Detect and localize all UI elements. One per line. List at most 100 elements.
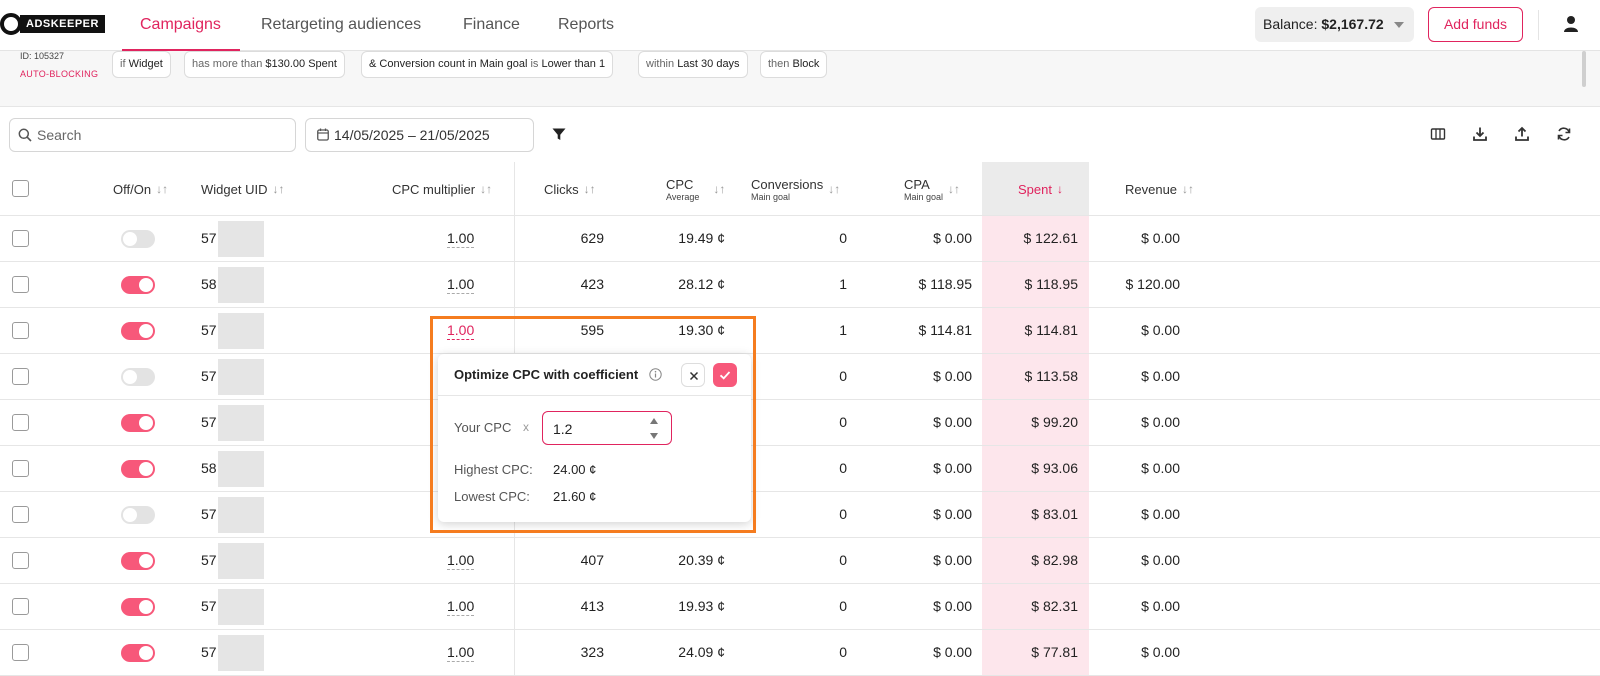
search-input[interactable]	[37, 125, 287, 145]
download-icon[interactable]	[1472, 126, 1488, 142]
widget-uid: 57	[201, 506, 217, 522]
widget-toggle[interactable]	[121, 552, 155, 570]
chip-text: within	[646, 58, 675, 70]
column-cpa[interactable]: CPA Main goal ↓↑	[904, 162, 960, 216]
column-sublabel: Average	[666, 191, 700, 202]
upload-icon[interactable]	[1514, 126, 1530, 142]
row-extension	[1212, 538, 1600, 584]
column-offon[interactable]: Off/On ↓↑	[113, 162, 168, 216]
chip-value: $130.00 Spent	[265, 58, 337, 70]
conversions-value: 1	[839, 276, 847, 292]
row-checkbox[interactable]	[12, 276, 29, 293]
widget-toggle[interactable]	[121, 506, 155, 524]
cpc-multiplier-value[interactable]: 1.00	[447, 644, 475, 662]
cpc-multiplier-value[interactable]: 1.00	[447, 552, 475, 570]
row-checkbox[interactable]	[12, 644, 29, 661]
add-funds-button[interactable]: Add funds	[1428, 7, 1523, 42]
row-checkbox[interactable]	[12, 230, 29, 247]
row-extension	[1212, 262, 1600, 308]
rule-chip-conversions[interactable]: & Conversion count in Main goal is Lower…	[361, 51, 614, 78]
row-extension	[1212, 584, 1600, 630]
tab-finance[interactable]: Finance	[463, 0, 520, 51]
key-icon	[0, 13, 22, 35]
widget-toggle[interactable]	[121, 414, 155, 432]
row-checkbox[interactable]	[12, 506, 29, 523]
table-row[interactable]	[0, 584, 1212, 630]
widget-uid: 57	[201, 598, 217, 614]
clicks-value: 323	[580, 644, 604, 660]
date-range-value: 14/05/2025 – 21/05/2025	[334, 127, 490, 143]
sort-icon: ↓↑	[480, 182, 493, 196]
sort-icon: ↓↑	[156, 182, 169, 196]
column-cpc[interactable]: CPC Average ↓↑	[666, 162, 725, 216]
sort-icon: ↓↑	[948, 182, 961, 196]
rule-bar-scrollbar[interactable]	[1582, 51, 1586, 87]
row-extension	[1212, 446, 1600, 492]
spent-value: $ 93.06	[1031, 460, 1078, 476]
brand-name: ADSKEEPER	[20, 15, 105, 33]
table-row[interactable]	[0, 630, 1212, 676]
rule-id: ID: 105327	[20, 51, 65, 61]
search-box[interactable]	[9, 118, 296, 152]
redacted-uid	[218, 543, 264, 579]
date-range-picker[interactable]: 14/05/2025 – 21/05/2025	[305, 118, 534, 152]
sort-icon: ↓↑	[272, 182, 285, 196]
row-checkbox[interactable]	[12, 460, 29, 477]
conversions-value: 0	[839, 506, 847, 522]
conversions-value: 0	[839, 552, 847, 568]
column-cpc-multiplier[interactable]: CPC multiplier ↓↑	[392, 162, 492, 216]
user-icon[interactable]	[1563, 15, 1579, 33]
widget-toggle[interactable]	[121, 276, 155, 294]
rule-chip-target[interactable]: if Widget	[112, 51, 171, 78]
widget-uid: 57	[201, 414, 217, 430]
widget-toggle[interactable]	[121, 644, 155, 662]
tab-campaigns[interactable]: Campaigns	[122, 0, 240, 51]
table-header: Off/On ↓↑ Widget UID ↓↑ CPC multiplier ↓↑ C…	[0, 162, 1600, 216]
row-extension	[1212, 216, 1600, 262]
filter-icon[interactable]	[552, 128, 566, 141]
rule-chip-action[interactable]: then Block	[760, 51, 828, 78]
adskeeper-logo[interactable]: ADSKEEPER	[0, 13, 105, 35]
column-label: Clicks	[544, 181, 579, 197]
widget-toggle[interactable]	[121, 368, 155, 386]
revenue-value: $ 0.00	[1141, 230, 1180, 246]
refresh-icon[interactable]	[1556, 126, 1572, 142]
redacted-uid	[218, 405, 264, 441]
column-widget-uid[interactable]: Widget UID ↓↑	[201, 162, 284, 216]
chip-text: then	[768, 58, 790, 70]
row-checkbox[interactable]	[12, 598, 29, 615]
column-spent[interactable]: Spent ↓	[1018, 162, 1063, 216]
conversions-value: 0	[839, 414, 847, 430]
rule-chip-spent[interactable]: has more than $130.00 Spent	[184, 51, 345, 78]
row-checkbox[interactable]	[12, 552, 29, 569]
rule-chip-period[interactable]: within Last 30 days	[638, 51, 748, 78]
cpc-value: 19.93 ¢	[678, 598, 725, 614]
chevron-down-icon	[1394, 22, 1404, 28]
tab-reports[interactable]: Reports	[558, 0, 614, 51]
columns-icon[interactable]	[1430, 126, 1446, 142]
column-conversions[interactable]: Conversions Main goal ↓↑	[751, 162, 840, 216]
cpc-multiplier-value[interactable]: 1.00	[447, 230, 475, 248]
chip-text: has more than	[192, 58, 263, 70]
sort-icon: ↓↑	[1182, 182, 1195, 196]
row-checkbox[interactable]	[12, 322, 29, 339]
widget-toggle[interactable]	[121, 322, 155, 340]
tab-retargeting-audiences[interactable]: Retargeting audiences	[261, 0, 421, 51]
select-all-checkbox[interactable]	[12, 180, 29, 197]
row-checkbox[interactable]	[12, 368, 29, 385]
widget-toggle[interactable]	[121, 230, 155, 248]
table-row[interactable]	[0, 538, 1212, 584]
widget-toggle[interactable]	[121, 598, 155, 616]
balance-dropdown[interactable]: Balance: $2,167.72	[1255, 7, 1414, 42]
cpc-multiplier-value[interactable]: 1.00	[447, 276, 475, 294]
widget-uid: 57	[201, 230, 217, 246]
row-checkbox[interactable]	[12, 414, 29, 431]
cpc-multiplier-value[interactable]: 1.00	[447, 598, 475, 616]
column-clicks[interactable]: Clicks ↓↑	[544, 162, 596, 216]
column-revenue[interactable]: Revenue ↓↑	[1125, 162, 1194, 216]
clicks-value: 413	[580, 598, 604, 614]
search-icon	[18, 128, 32, 142]
widget-toggle[interactable]	[121, 460, 155, 478]
column-sublabel: Main goal	[751, 191, 791, 202]
widget-uid: 57	[201, 644, 217, 660]
